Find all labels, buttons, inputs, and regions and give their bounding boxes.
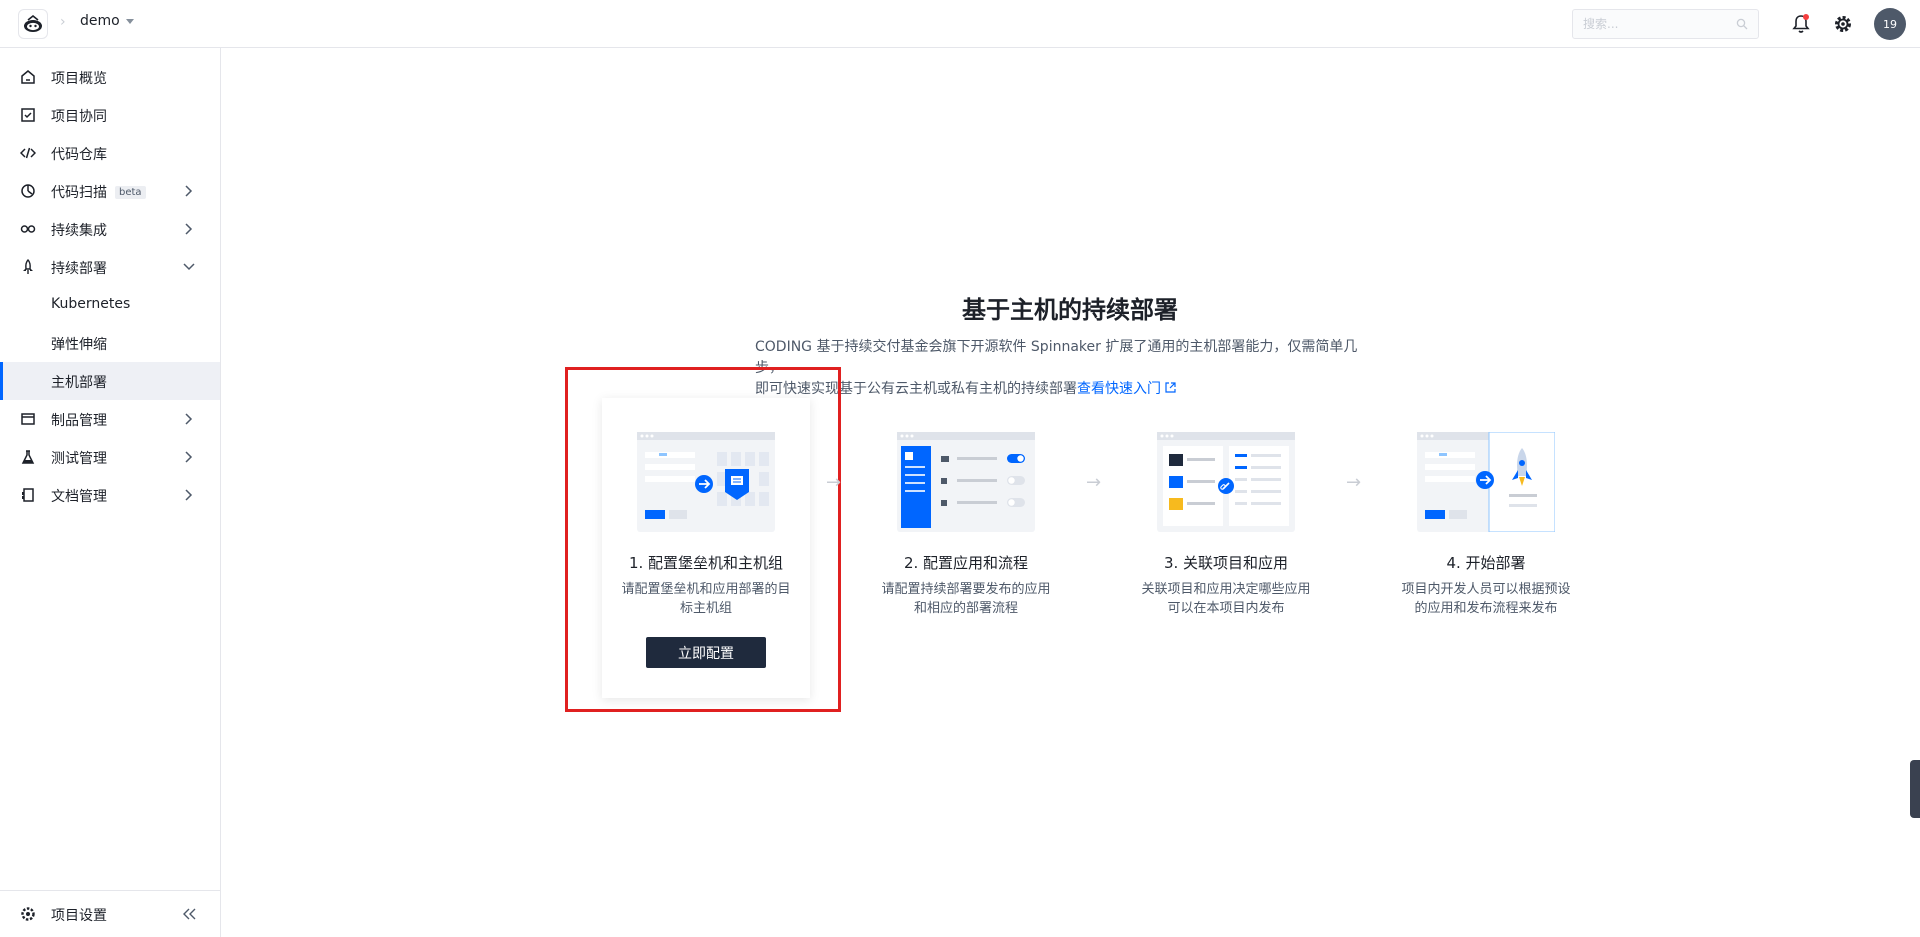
project-switcher[interactable]: demo (80, 13, 134, 29)
sidebar-item-label: 代码仓库 (51, 147, 107, 163)
step-card-3: 3. 关联项目和应用 关联项目和应用决定哪些应用可以在本项目内发布 (1122, 398, 1330, 698)
project-name: demo (80, 13, 120, 29)
box-icon (21, 413, 35, 425)
page-description: CODING 基于持续交付基金会旗下开源软件 Spinnaker 扩展了通用的主… (755, 337, 1385, 400)
sidebar-subitem-host-deploy[interactable]: 主机部署 (0, 362, 220, 400)
step-card-4: 4. 开始部署 项目内开发人员可以根据预设的应用和发布流程来发布 (1382, 398, 1590, 698)
chevron-right-icon (185, 413, 193, 425)
sidebar-item-overview[interactable]: 项目概览 (0, 58, 220, 96)
step-card-2: 2. 配置应用和流程 请配置持续部署要发布的应用和相应的部署流程 (862, 398, 1070, 698)
sidebar-item-collaboration[interactable]: 项目协同 (0, 96, 220, 134)
step-description: 关联项目和应用决定哪些应用可以在本项目内发布 (1141, 582, 1311, 616)
sidebar-item-label: 弹性伸缩 (51, 337, 107, 353)
sidebar-footer: 项目设置 (0, 890, 220, 937)
step-description: 请配置堡垒机和应用部署的目标主机组 (621, 582, 791, 616)
configure-now-button[interactable]: 立即配置 (646, 637, 766, 668)
bastion-host-illustration (637, 432, 775, 532)
sidebar-item-repository[interactable]: 代码仓库 (0, 134, 220, 172)
sidebar-item-label: 持续部署 (51, 261, 107, 277)
code-icon (20, 147, 36, 159)
book-icon (22, 488, 34, 502)
chevron-down-icon (183, 263, 195, 271)
notification-dot (1803, 14, 1809, 20)
sidebar-item-label: 持续集成 (51, 223, 107, 239)
sidebar-item-artifacts[interactable]: 制品管理 (0, 400, 220, 438)
sidebar-item-label: 项目概览 (51, 71, 107, 87)
step-title: 4. 开始部署 (1446, 554, 1526, 572)
gear-icon (21, 907, 35, 921)
start-deploy-illustration (1417, 432, 1555, 532)
step-card-1: 1. 配置堡垒机和主机组 请配置堡垒机和应用部署的目标主机组 立即配置 (602, 398, 810, 698)
step-title: 1. 配置堡垒机和主机组 (628, 554, 784, 572)
sidebar-item-label: 代码扫描 (51, 185, 107, 201)
step-description: 请配置持续部署要发布的应用和相应的部署流程 (881, 582, 1051, 616)
sidebar-subitem-autoscaling[interactable]: 弹性伸缩 (0, 324, 220, 362)
top-bar: › demo 19 (0, 0, 1920, 48)
search-input[interactable] (1573, 10, 1723, 38)
external-link-icon (1165, 382, 1177, 393)
sidebar-item-testing[interactable]: 测试管理 (0, 438, 220, 476)
project-settings-link[interactable]: 项目设置 (0, 895, 220, 933)
infinity-icon (20, 225, 36, 233)
sidebar: 项目概览 项目协同 代码仓库 代码扫描 beta 持续集成 持续部署 Kuber… (0, 48, 221, 937)
chevron-right-icon (185, 451, 193, 463)
flask-icon (21, 450, 35, 464)
step-title: 2. 配置应用和流程 (903, 554, 1029, 572)
caret-down-icon (125, 18, 134, 24)
step-title: 3. 关联项目和应用 (1163, 554, 1289, 572)
chevron-right-icon (185, 223, 193, 235)
step-arrow-icon: → (826, 472, 842, 493)
sidebar-item-label-group: 代码扫描 beta (51, 182, 146, 202)
sidebar-item-label: 主机部署 (51, 375, 107, 391)
page-title: 基于主机的持续部署 (962, 296, 1178, 324)
sidebar-item-label: 项目设置 (51, 908, 107, 924)
app-pipeline-illustration (897, 432, 1035, 532)
chevron-right-icon (185, 489, 193, 501)
coding-logo-icon[interactable] (18, 9, 48, 39)
sidebar-item-label: 制品管理 (51, 413, 107, 429)
search-icon (1736, 18, 1748, 30)
user-avatar[interactable]: 19 (1874, 8, 1906, 40)
sidebar-item-cd[interactable]: 持续部署 (0, 248, 220, 286)
rocket-icon (23, 259, 33, 274)
search-box (1572, 9, 1759, 39)
home-icon (21, 70, 35, 84)
sidebar-item-label: 测试管理 (51, 451, 107, 467)
chevron-right-icon (185, 185, 193, 197)
sidebar-item-label: 文档管理 (51, 489, 107, 505)
sidebar-item-docs[interactable]: 文档管理 (0, 476, 220, 514)
link-project-illustration (1157, 432, 1295, 532)
step-description: 项目内开发人员可以根据预设的应用和发布流程来发布 (1401, 582, 1571, 616)
breadcrumb-separator: › (60, 14, 66, 30)
collapse-sidebar-icon[interactable] (183, 908, 197, 920)
sidebar-item-code-scan[interactable]: 代码扫描 beta (0, 172, 220, 210)
floating-side-widget[interactable] (1910, 760, 1920, 818)
scan-icon (21, 184, 35, 198)
description-line-1: CODING 基于持续交付基金会旗下开源软件 Spinnaker 扩展了通用的主… (755, 339, 1358, 376)
step-arrow-icon: → (1086, 472, 1102, 493)
step-arrow-icon: → (1346, 472, 1362, 493)
checkbox-icon (21, 108, 35, 122)
beta-badge: beta (115, 186, 146, 199)
sidebar-item-ci[interactable]: 持续集成 (0, 210, 220, 248)
quick-start-link[interactable]: 查看快速入门 (1077, 381, 1177, 397)
quick-start-link-label: 查看快速入门 (1077, 381, 1161, 397)
gear-icon[interactable] (1833, 14, 1853, 34)
sidebar-item-label: 项目协同 (51, 109, 107, 125)
